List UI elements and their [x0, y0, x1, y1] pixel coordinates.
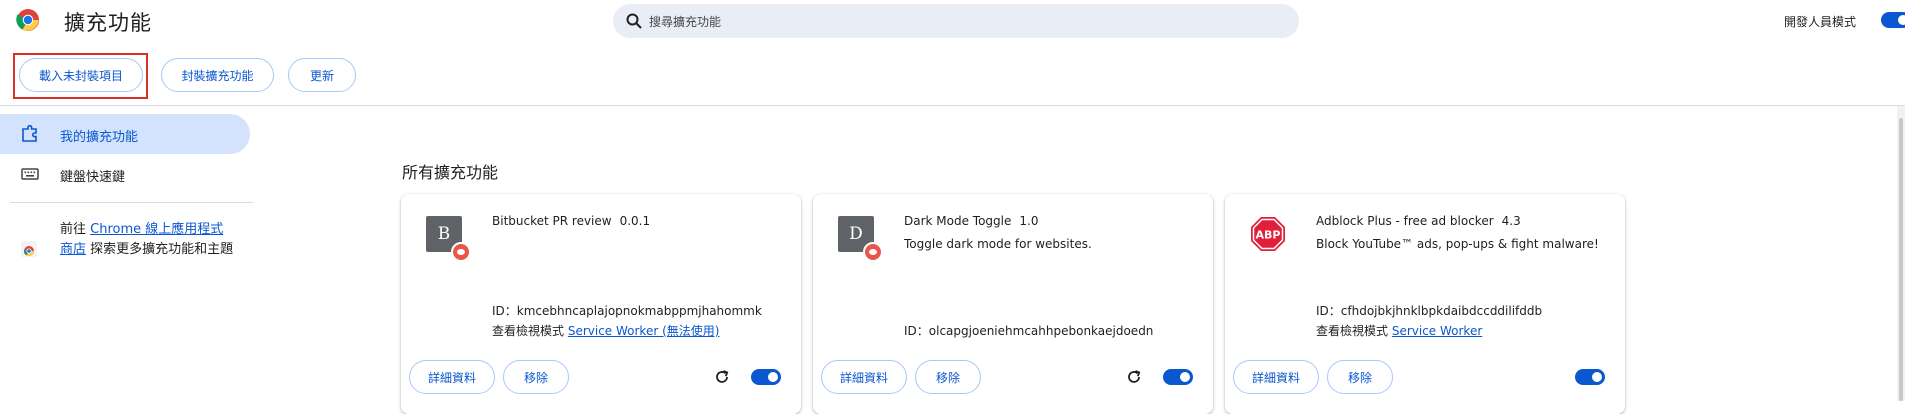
- extension-enable-toggle[interactable]: [751, 369, 781, 385]
- details-button[interactable]: 詳細資料: [821, 360, 907, 394]
- service-worker-link[interactable]: Service Worker (無法使用): [568, 324, 720, 338]
- toolbar-divider: [0, 105, 1905, 106]
- unpacked-badge-icon: [451, 242, 471, 262]
- remove-button[interactable]: 移除: [1327, 360, 1393, 394]
- store-prefix: 前往: [60, 222, 91, 237]
- inspect-views: 查看檢視模式 Service Worker (無法使用): [492, 322, 719, 339]
- chrome-web-store-icon: [21, 241, 37, 257]
- keyboard-icon: [21, 168, 39, 180]
- inspect-views-label: 查看檢視模式: [1316, 324, 1392, 338]
- reload-icon[interactable]: [1125, 368, 1143, 386]
- reload-icon[interactable]: [713, 368, 731, 386]
- store-suffix: 探索更多擴充功能和主題: [86, 242, 234, 257]
- abp-logo-text: ABP: [1256, 229, 1281, 242]
- web-store-promo: 前往 Chrome 線上應用程式商店 探索更多擴充功能和主題: [60, 220, 235, 260]
- extension-card: D Dark Mode Toggle 1.0 Toggle dark mode f…: [813, 194, 1213, 414]
- inspect-views-label: 查看檢視模式: [492, 324, 568, 338]
- sidebar-divider: [10, 202, 253, 203]
- extension-name: Bitbucket PR review 0.0.1: [492, 214, 650, 228]
- sidebar-item-keyboard-shortcuts[interactable]: 鍵盤快速鍵: [0, 154, 250, 194]
- load-unpacked-button[interactable]: 載入未封裝項目: [19, 58, 143, 92]
- extension-enable-toggle[interactable]: [1575, 369, 1605, 385]
- extension-title: Bitbucket PR review: [492, 214, 612, 228]
- search-icon: [626, 13, 642, 29]
- extension-card: B Bitbucket PR review 0.0.1 ID：kmcebhncap…: [401, 194, 801, 414]
- extension-description: Toggle dark mode for websites.: [904, 237, 1092, 251]
- unpacked-badge-icon: [863, 242, 883, 262]
- adblock-plus-icon: ABP: [1251, 217, 1285, 251]
- section-title: 所有擴充功能: [402, 163, 499, 182]
- extension-name: Adblock Plus - free ad blocker 4.3: [1316, 214, 1521, 228]
- inspect-views: 查看檢視模式 Service Worker: [1316, 322, 1482, 339]
- extension-description: Block YouTube™ ads, pop-ups & fight malw…: [1316, 237, 1599, 251]
- scrollbar[interactable]: [1897, 106, 1905, 401]
- extension-name: Dark Mode Toggle 1.0: [904, 214, 1038, 228]
- extension-title: Dark Mode Toggle: [904, 214, 1012, 228]
- extension-version: 0.0.1: [619, 214, 651, 228]
- details-button[interactable]: 詳細資料: [1233, 360, 1319, 394]
- search-box[interactable]: [613, 4, 1299, 40]
- dev-mode-toggle[interactable]: [1881, 12, 1905, 28]
- dev-mode-label: 開發人員模式: [1784, 15, 1857, 29]
- extension-version: 4.3: [1501, 214, 1521, 228]
- extension-id: ID：kmcebhncaplajopnokmabppmjhahommk: [492, 304, 762, 318]
- remove-button[interactable]: 移除: [503, 360, 569, 394]
- page-title: 擴充功能: [64, 11, 152, 35]
- extension-version: 1.0: [1019, 214, 1039, 228]
- details-button[interactable]: 詳細資料: [409, 360, 495, 394]
- extension-title: Adblock Plus - free ad blocker: [1316, 214, 1494, 228]
- update-button[interactable]: 更新: [288, 58, 356, 92]
- extension-id: ID：olcapgjoeniehmcahhpebonkaejdoedn: [904, 324, 1154, 338]
- pack-extension-button[interactable]: 封裝擴充功能: [161, 58, 274, 92]
- sidebar-item-label: 鍵盤快速鍵: [60, 170, 126, 185]
- top-bar: 擴充功能 開發人員模式: [0, 0, 1905, 50]
- sidebar-item-label: 我的擴充功能: [60, 130, 139, 145]
- extension-enable-toggle[interactable]: [1163, 369, 1193, 385]
- chrome-logo-icon: [16, 9, 39, 31]
- sidebar-item-my-extensions[interactable]: 我的擴充功能: [0, 114, 250, 154]
- search-input[interactable]: [647, 4, 1271, 40]
- remove-button[interactable]: 移除: [915, 360, 981, 394]
- extension-id: ID：cfhdojbkjhnklbpkdaibdccddilifddb: [1316, 304, 1543, 318]
- service-worker-link[interactable]: Service Worker: [1392, 324, 1482, 338]
- extension-icon: [22, 125, 37, 142]
- extension-card: ABP Adblock Plus - free ad blocker 4.3 Bl…: [1225, 194, 1625, 414]
